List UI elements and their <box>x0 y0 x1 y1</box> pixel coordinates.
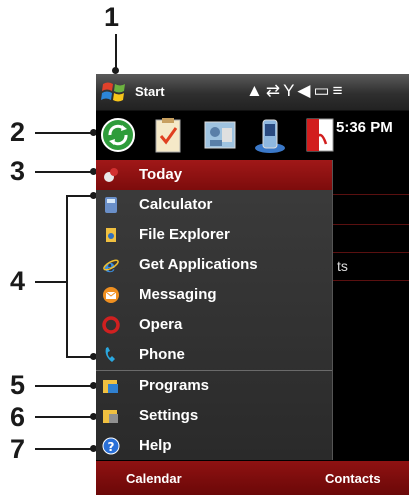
menu-item-file-explorer[interactable]: File Explorer <box>96 220 332 250</box>
menu-item-label: File Explorer <box>139 226 230 243</box>
svg-text:?: ? <box>108 440 115 454</box>
menu-item-help[interactable]: ? Help <box>96 431 332 461</box>
menu-item-label: Settings <box>139 407 199 424</box>
callout-1-line <box>115 34 117 70</box>
sync-icon[interactable]: ⇄ <box>266 81 283 100</box>
recent-programs-bar: 5:36 PM <box>96 111 409 159</box>
menu-item-label: Phone <box>139 346 185 363</box>
menu-item-phone[interactable]: Phone <box>96 340 332 370</box>
menu-item-opera[interactable]: Opera <box>96 310 332 340</box>
status-icons: ▲⇄Y◀▭≡ <box>246 81 345 101</box>
menu-item-label: Help <box>139 437 172 454</box>
status-bar: Start ▲⇄Y◀▭≡ <box>96 74 409 111</box>
more-icon[interactable]: ≡ <box>333 81 346 100</box>
today-divider <box>332 194 409 195</box>
pdf-icon[interactable] <box>302 116 338 154</box>
callout-7: 7 <box>10 434 26 464</box>
battery-icon[interactable]: ▭ <box>314 81 333 100</box>
callout-1: 1 <box>104 2 120 32</box>
messaging-icon <box>103 287 119 303</box>
ie-icon: e <box>103 256 119 274</box>
today-divider <box>332 252 409 253</box>
menu-item-label: Get Applications <box>139 256 258 273</box>
opera-icon <box>102 316 120 334</box>
today-icon <box>104 168 118 182</box>
refresh-icon[interactable] <box>100 116 136 154</box>
windows-start-icon[interactable] <box>100 79 128 105</box>
menu-item-settings[interactable]: Settings <box>96 401 332 431</box>
callout-4-vline <box>66 195 68 358</box>
calendar-softkey[interactable]: Calendar <box>126 471 182 486</box>
contacts-softkey[interactable]: Contacts <box>325 471 381 486</box>
menu-item-label: Opera <box>139 316 183 333</box>
callout-4-hline <box>35 281 67 283</box>
callout-4: 4 <box>10 266 26 296</box>
tasks-icon[interactable] <box>150 116 186 154</box>
volume-icon[interactable]: ◀ <box>297 81 313 100</box>
help-icon: ? <box>102 437 120 455</box>
file-explorer-icon <box>106 228 116 242</box>
callout-1-dot <box>112 67 119 74</box>
menu-item-label: Today <box>139 166 183 183</box>
phone-icon <box>105 347 115 362</box>
calculator-icon <box>105 197 117 213</box>
menu-item-label: Messaging <box>139 286 217 303</box>
programs-folder-icon <box>103 380 118 393</box>
start-menu: Today Calculator File Explorer e Get App… <box>96 160 333 460</box>
network-icon[interactable]: Y <box>283 81 297 100</box>
callout-3: 3 <box>10 156 26 186</box>
today-divider <box>332 224 409 225</box>
menu-item-calculator[interactable]: Calculator <box>96 190 332 220</box>
today-divider <box>332 280 409 281</box>
contacts-icon[interactable] <box>202 116 238 154</box>
callout-5: 5 <box>10 370 26 400</box>
device-screen: Start ▲⇄Y◀▭≡ 5:36 PM ts Today Calculator… <box>96 74 409 495</box>
settings-folder-icon <box>103 410 118 423</box>
callout-3-line <box>35 171 94 173</box>
signal-icon[interactable]: ▲ <box>246 81 266 100</box>
clock-time[interactable]: 5:36 PM <box>336 119 393 136</box>
today-text-fragment: ts <box>337 258 348 274</box>
menu-item-today[interactable]: Today <box>96 160 332 190</box>
callout-7-line <box>35 448 94 450</box>
callout-6-line <box>35 416 94 418</box>
menu-item-label: Programs <box>139 377 210 394</box>
device-icon[interactable] <box>252 116 288 154</box>
menu-item-get-applications[interactable]: e Get Applications <box>96 250 332 280</box>
menu-item-programs[interactable]: Programs <box>96 371 332 401</box>
callout-2-line <box>35 132 94 134</box>
start-label[interactable]: Start <box>135 84 165 99</box>
menu-item-messaging[interactable]: Messaging <box>96 280 332 310</box>
menu-item-label: Calculator <box>139 196 213 213</box>
callout-6: 6 <box>10 402 26 432</box>
softkey-bar: Calendar Contacts <box>96 461 409 495</box>
callout-5-line <box>35 385 94 387</box>
callout-2: 2 <box>10 117 26 147</box>
